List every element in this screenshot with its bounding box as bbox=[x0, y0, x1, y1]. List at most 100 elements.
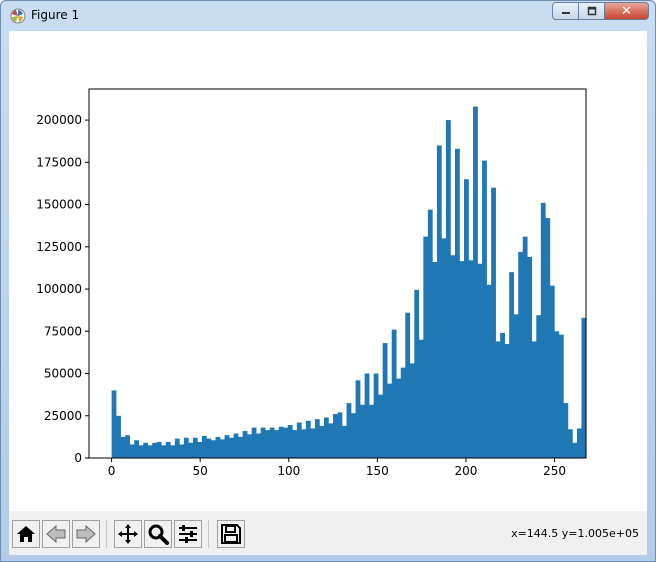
histogram-bar bbox=[287, 425, 293, 458]
close-icon: ✕ bbox=[621, 3, 632, 19]
histogram-bar bbox=[473, 106, 478, 459]
minimize-button[interactable] bbox=[552, 2, 579, 20]
window-title: Figure 1 bbox=[31, 8, 80, 22]
histogram-bar bbox=[125, 435, 130, 458]
histogram-bar bbox=[206, 438, 212, 458]
maximize-icon bbox=[587, 6, 596, 16]
histogram-bar bbox=[477, 263, 483, 458]
save-button[interactable] bbox=[217, 520, 245, 548]
histogram-bar bbox=[418, 339, 424, 458]
toolbar-separator bbox=[106, 520, 107, 548]
forward-button[interactable] bbox=[72, 520, 100, 548]
y-tick-label: 50000 bbox=[44, 367, 82, 381]
histogram-bar bbox=[409, 363, 415, 458]
histogram-bar bbox=[364, 373, 370, 458]
pan-button[interactable] bbox=[114, 520, 142, 548]
matplotlib-logo-icon bbox=[10, 8, 26, 24]
window-controls: ✕ bbox=[552, 2, 649, 22]
histogram-bar bbox=[436, 145, 442, 458]
histogram-bar bbox=[201, 436, 207, 458]
histogram-bar bbox=[360, 404, 365, 458]
x-tick-label: 250 bbox=[543, 464, 566, 478]
cursor-coordinates: x=144.5 y=1.005e+05 bbox=[511, 527, 639, 540]
histogram-bar bbox=[500, 332, 505, 458]
histogram-bar bbox=[513, 314, 519, 458]
histogram-bar bbox=[518, 251, 524, 458]
histogram-bar bbox=[179, 444, 185, 458]
histogram-bar bbox=[337, 412, 343, 458]
maximize-button[interactable] bbox=[579, 2, 605, 20]
histogram-bar bbox=[215, 436, 221, 458]
histogram-bar bbox=[387, 383, 393, 458]
histogram-bar bbox=[414, 289, 420, 458]
histogram-bar bbox=[427, 209, 433, 458]
histogram-bar bbox=[328, 423, 334, 458]
histogram-bar bbox=[346, 403, 352, 458]
histogram-bar bbox=[454, 148, 460, 459]
histogram-chart: 0 50 100 150 200 250 0 25000 50000 75000 100000 125… bbox=[36, 88, 587, 478]
histogram-bar bbox=[482, 160, 487, 458]
histogram-bar bbox=[147, 445, 153, 458]
histogram-bar bbox=[351, 413, 356, 458]
histogram-bar bbox=[283, 427, 289, 458]
x-tick-label: 200 bbox=[455, 464, 478, 478]
y-tick-label: 0 bbox=[74, 451, 82, 465]
home-button[interactable] bbox=[12, 520, 40, 548]
histogram-bar bbox=[188, 442, 194, 458]
histogram-bar bbox=[558, 334, 564, 458]
histogram-bar bbox=[134, 440, 139, 458]
histogram-bar bbox=[269, 427, 275, 458]
plot-canvas[interactable]: 0 50 100 150 200 250 0 25000 50000 75000 100000 125… bbox=[9, 31, 647, 511]
histogram-bar bbox=[432, 262, 438, 458]
histogram-bar bbox=[156, 441, 162, 458]
histogram-bar bbox=[192, 437, 198, 458]
toolbar-separator bbox=[208, 520, 209, 548]
title-bar[interactable]: Figure 1 ✕ bbox=[1, 1, 655, 31]
histogram-bar bbox=[265, 430, 271, 458]
histogram-bar bbox=[165, 441, 171, 458]
x-tick-label: 100 bbox=[277, 464, 300, 478]
y-tick-label: 100000 bbox=[36, 282, 82, 296]
histogram-bar bbox=[567, 429, 573, 458]
pan-icon bbox=[118, 524, 138, 544]
histogram-bar bbox=[563, 403, 569, 458]
histogram-bar bbox=[486, 284, 492, 458]
histogram-bar bbox=[378, 394, 383, 458]
histogram-bar bbox=[332, 414, 338, 458]
histogram-bar bbox=[111, 390, 117, 458]
close-button[interactable]: ✕ bbox=[605, 2, 649, 20]
histogram-bar bbox=[355, 380, 361, 458]
histogram-bar bbox=[540, 202, 546, 458]
histogram-bar bbox=[224, 435, 230, 458]
x-tick-label: 50 bbox=[193, 464, 208, 478]
histogram-bar bbox=[197, 441, 203, 458]
histogram-bar bbox=[260, 427, 266, 458]
histogram-bar bbox=[572, 442, 578, 458]
x-tick-label: 0 bbox=[108, 464, 116, 478]
figure-window: Figure 1 ✕ 0 50 100 150 200 250 0 25000 50000 750… bbox=[0, 0, 656, 562]
histogram-bar bbox=[323, 417, 329, 458]
histogram-bar bbox=[576, 428, 582, 458]
navigation-toolbar: x=144.5 y=1.005e+05 bbox=[9, 511, 647, 555]
zoom-button[interactable] bbox=[144, 520, 172, 548]
configure-subplots-button[interactable] bbox=[174, 520, 202, 548]
histogram-bar bbox=[238, 436, 243, 458]
histogram-bar bbox=[256, 433, 261, 458]
histogram-bar bbox=[342, 425, 347, 458]
back-button[interactable] bbox=[42, 520, 70, 548]
histogram-bar bbox=[464, 179, 469, 458]
y-tick-label: 175000 bbox=[36, 155, 82, 169]
histogram-bar bbox=[274, 430, 280, 458]
histogram-bar bbox=[161, 445, 167, 458]
histogram-bar bbox=[545, 218, 551, 458]
histogram-bar bbox=[536, 315, 542, 458]
back-icon bbox=[46, 524, 66, 544]
minimize-icon bbox=[561, 12, 570, 14]
histogram-bar bbox=[301, 429, 307, 458]
histogram-bar bbox=[391, 329, 397, 458]
home-icon bbox=[17, 526, 35, 542]
histogram-bar bbox=[400, 367, 406, 458]
histogram-bar bbox=[527, 256, 533, 458]
histogram-bar bbox=[509, 272, 515, 458]
histogram-bar bbox=[319, 425, 325, 458]
